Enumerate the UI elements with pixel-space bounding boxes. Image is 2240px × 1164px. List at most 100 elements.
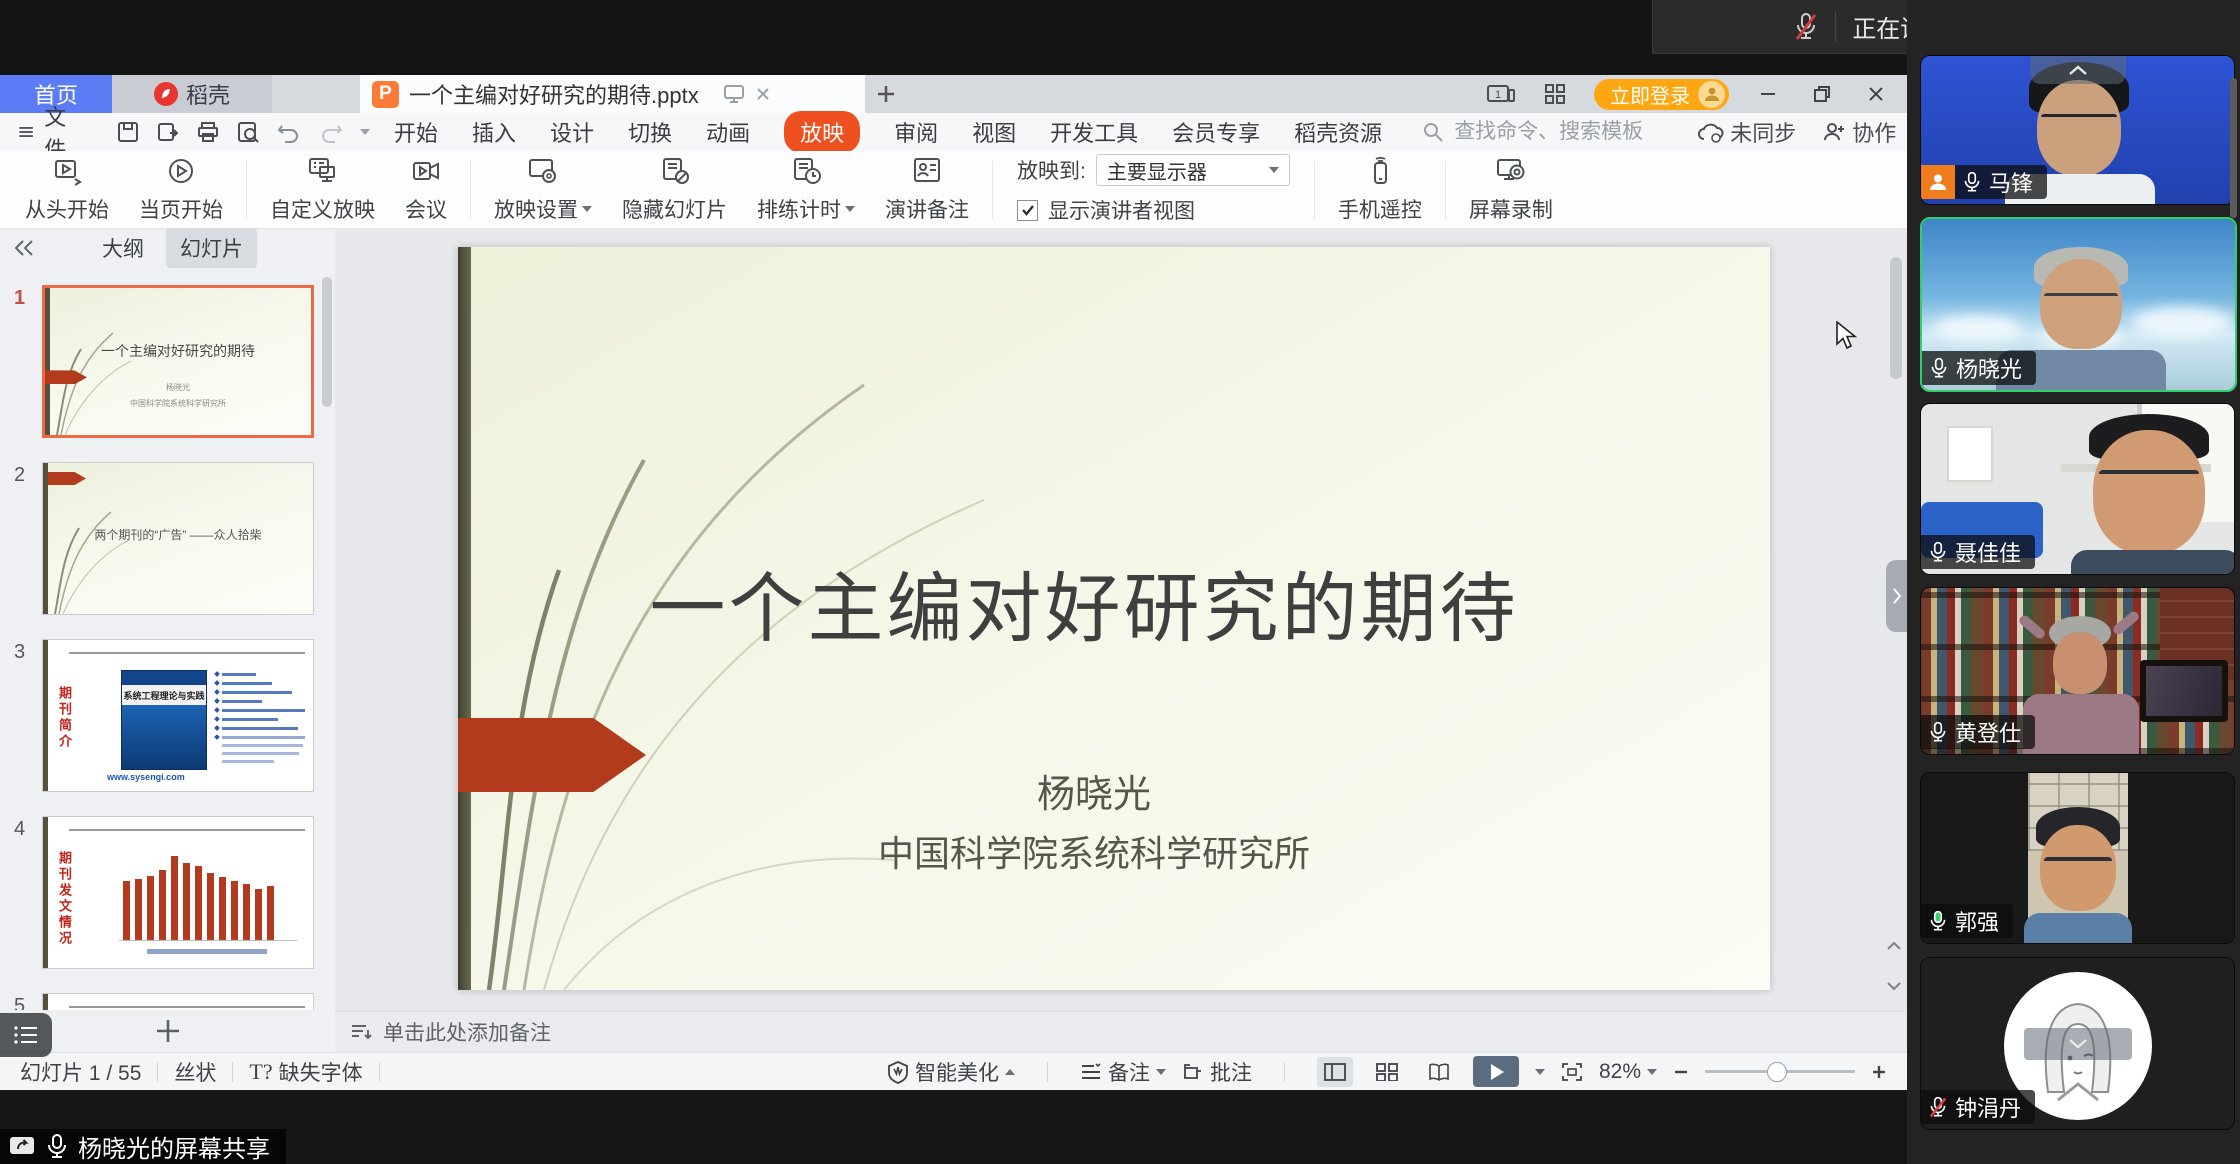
scroll-up-icon[interactable] — [1885, 940, 1903, 952]
workspace-grid-icon[interactable] — [1540, 79, 1570, 109]
rehearse-timing-button[interactable]: 排练计时 — [742, 155, 870, 225]
normal-view-button[interactable] — [1317, 1057, 1353, 1087]
participant-tile-yangxiaoguang[interactable]: 杨晓光 — [1920, 217, 2237, 392]
search-input[interactable] — [1452, 119, 1696, 145]
close-window-button[interactable] — [1861, 79, 1891, 109]
file-tab-label: 一个主编对好研究的期待.pptx — [409, 78, 699, 110]
sidebar-scrollbar[interactable] — [2230, 78, 2237, 218]
mic-on-icon — [1929, 721, 1947, 744]
participant-tile-mafeng[interactable]: 马锋 — [1920, 55, 2235, 205]
tab-docer[interactable]: 稻壳 — [112, 75, 272, 113]
collapse-panel-icon[interactable] — [12, 238, 36, 258]
mic-on-icon — [1929, 541, 1947, 564]
notes-bar[interactable]: 单击此处添加备注 — [335, 1011, 1907, 1052]
arm — [2111, 610, 2140, 637]
collaborate-button[interactable]: 协作 — [1822, 116, 1896, 148]
menu-design[interactable]: 设计 — [550, 116, 594, 148]
zoom-in-button[interactable] — [1871, 1064, 1887, 1080]
dropdown-caret — [582, 206, 592, 212]
login-button[interactable]: 立即登录 — [1594, 79, 1729, 110]
mini-slide-2: 两个期刊的“广告” ——众人拾柴 — [43, 463, 313, 614]
show-settings-button[interactable]: 放映设置 — [479, 155, 607, 225]
phone-remote-button[interactable]: 手机遥控 — [1323, 155, 1437, 225]
meeting-button[interactable]: 会议 — [390, 155, 462, 225]
speaker-notes-button[interactable]: 演讲备注 — [870, 155, 984, 225]
menu-start[interactable]: 开始 — [394, 116, 438, 148]
panel-scrollbar[interactable] — [322, 277, 332, 407]
command-search[interactable] — [1422, 119, 1696, 145]
slide-thumbnail-3[interactable]: 3 期刊简介 系统工程理论与实践 www.sysengi.com — [42, 639, 314, 792]
zoom-slider-thumb[interactable] — [1767, 1062, 1787, 1082]
slideshow-play-button[interactable] — [1473, 1056, 1519, 1087]
expand-tiles-button[interactable] — [2024, 1028, 2132, 1060]
mini-chart-bar — [231, 881, 238, 940]
restore-button[interactable] — [1807, 79, 1837, 109]
sync-status[interactable]: 未同步 — [1696, 116, 1796, 148]
new-tab-button[interactable] — [865, 75, 907, 113]
slide-thumbnail-5[interactable]: 5 — [42, 993, 314, 1010]
smart-beautify-button[interactable]: 智能美化 — [887, 1057, 1015, 1087]
export-icon[interactable] — [156, 120, 180, 144]
tab-slides[interactable]: 幻灯片 — [166, 228, 257, 268]
play-from-current-button[interactable]: 当页开始 — [124, 155, 238, 225]
screen-record-button[interactable]: 屏幕录制 — [1454, 155, 1568, 225]
quick-access-caret[interactable] — [360, 129, 370, 135]
mini-chart-bar — [267, 886, 274, 940]
collapse-tiles-button[interactable] — [2030, 56, 2126, 84]
participant-tile-zhongjuandan[interactable]: 钟涓丹 — [1920, 957, 2235, 1130]
close-tab-icon[interactable] — [755, 86, 771, 102]
tab-outline[interactable]: 大纲 — [102, 233, 144, 263]
presenter-view-checkbox[interactable] — [1017, 200, 1038, 221]
participant-tile-huangdengshi[interactable]: 黄登仕 — [1920, 587, 2235, 755]
menu-slideshow[interactable]: 放映 — [784, 111, 860, 153]
document-scrollbar[interactable] — [1890, 257, 1902, 379]
menu-animation[interactable]: 动画 — [706, 116, 750, 148]
mini-chart-bar — [135, 879, 142, 940]
save-icon[interactable] — [116, 120, 140, 144]
participant-name: 黄登仕 — [1955, 716, 2021, 748]
document-area: 一个主编对好研究的期待 杨晓光 中国科学院系统科学研究所 — [335, 229, 1907, 1012]
redo-icon[interactable] — [318, 121, 344, 143]
custom-show-button[interactable]: 自定义放映 — [255, 155, 390, 225]
sidebar-expand-handle[interactable] — [1886, 560, 1907, 632]
slide-thumbnail-4[interactable]: 4 期刊发文情况 — [42, 816, 314, 969]
menu-insert[interactable]: 插入 — [472, 116, 516, 148]
missing-font-indicator[interactable]: T? 缺失字体 — [249, 1057, 362, 1087]
minimize-button[interactable] — [1753, 79, 1783, 109]
participant-tile-guoqiang[interactable]: 郭强 — [1920, 772, 2235, 944]
slide-thumbnail-1[interactable]: 1 一个主编对好研究的期待 杨晓光 中国科学院系统科学研究所 — [42, 285, 314, 438]
theme-name[interactable]: 丝状 — [174, 1057, 216, 1087]
menu-devtools[interactable]: 开发工具 — [1050, 116, 1138, 148]
reading-view-button[interactable] — [1421, 1057, 1457, 1087]
menu-membership[interactable]: 会员专享 — [1172, 116, 1260, 148]
dropdown-caret — [1156, 1069, 1166, 1075]
display-target-dropdown[interactable]: 主要显示器 — [1096, 154, 1290, 186]
play-options-caret[interactable] — [1535, 1069, 1545, 1075]
fit-zoom-button[interactable] — [1561, 1062, 1583, 1082]
comments-button[interactable]: 批注 — [1182, 1057, 1252, 1087]
play-from-start-button[interactable]: 从头开始 — [10, 155, 124, 225]
mini-chart-bar — [123, 881, 130, 940]
zoom-out-button[interactable] — [1673, 1064, 1689, 1080]
undo-icon[interactable] — [276, 121, 302, 143]
zoom-level[interactable]: 82% — [1599, 1060, 1657, 1084]
menu-view[interactable]: 视图 — [972, 116, 1016, 148]
slide-sorter-view-button[interactable] — [1369, 1057, 1405, 1087]
menu-docer-resources[interactable]: 稻壳资源 — [1294, 116, 1382, 148]
zoom-slider[interactable] — [1705, 1070, 1855, 1073]
scroll-down-icon[interactable] — [1885, 980, 1903, 992]
menu-review[interactable]: 审阅 — [894, 116, 938, 148]
add-slide-button[interactable] — [153, 1016, 183, 1046]
participant-tile-niejiajia[interactable]: 聂佳佳 — [1920, 403, 2235, 575]
notes-placeholder: 单击此处添加备注 — [383, 1017, 551, 1047]
slide-canvas[interactable]: 一个主编对好研究的期待 杨晓光 中国科学院系统科学研究所 — [458, 247, 1770, 990]
print-icon[interactable] — [196, 120, 220, 144]
hide-slide-button[interactable]: 隐藏幻灯片 — [607, 155, 742, 225]
notes-toggle-button[interactable]: 备注 — [1080, 1057, 1166, 1087]
menu-transition[interactable]: 切换 — [628, 116, 672, 148]
print-preview-icon[interactable] — [236, 120, 260, 144]
tab-presentation-file[interactable]: P 一个主编对好研究的期待.pptx — [360, 75, 865, 113]
switch-window-icon[interactable]: 1 — [1486, 79, 1516, 109]
slide-list-float-button[interactable] — [0, 1013, 52, 1057]
slide-thumbnail-2[interactable]: 2 两个期刊的“广告” ——众人拾柴 — [42, 462, 314, 615]
